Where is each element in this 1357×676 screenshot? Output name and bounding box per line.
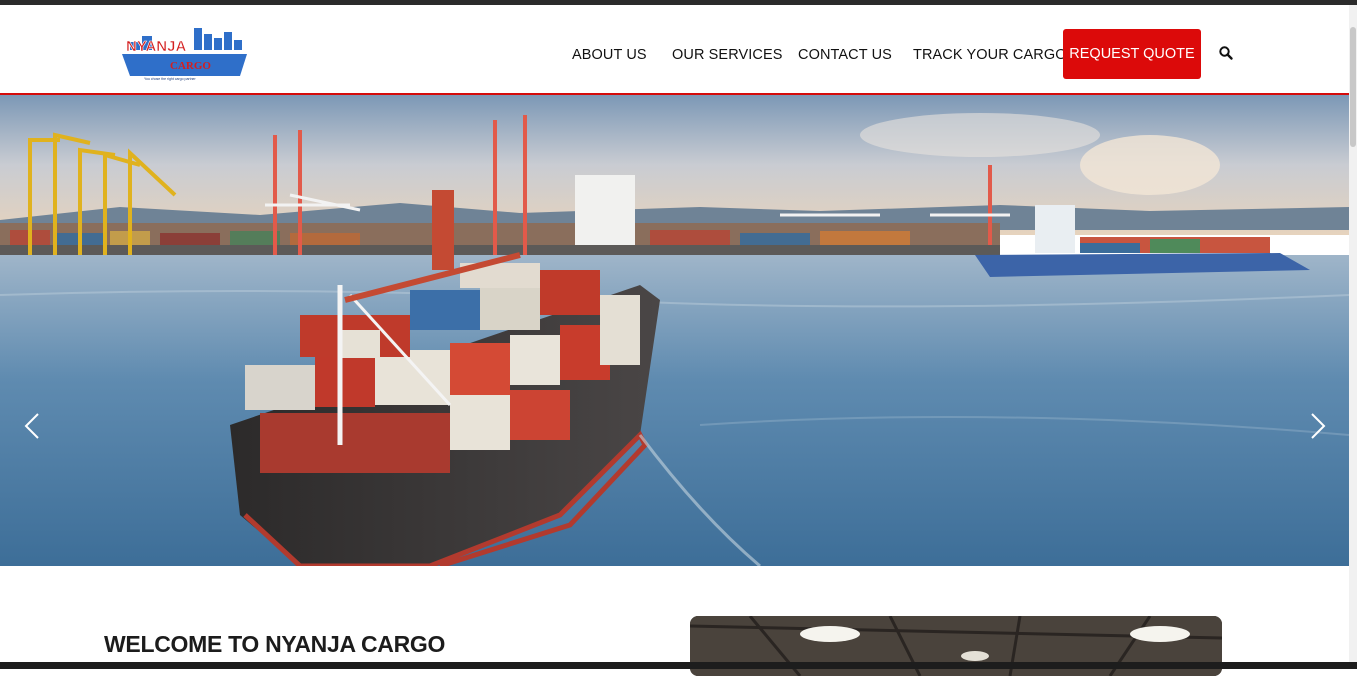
search-icon[interactable] bbox=[1218, 45, 1234, 61]
chevron-right-icon[interactable] bbox=[1308, 412, 1328, 440]
nav-track-your-cargo[interactable]: TRACK YOUR CARGO bbox=[913, 47, 1067, 63]
scrollbar-thumb[interactable] bbox=[1350, 27, 1356, 147]
welcome-heading: WELCOME TO NYANJA CARGO bbox=[104, 631, 446, 657]
request-quote-button[interactable]: REQUEST QUOTE bbox=[1063, 29, 1201, 79]
page-scrollbar[interactable] bbox=[1349, 5, 1357, 669]
chevron-left-icon[interactable] bbox=[22, 412, 42, 440]
nav-about-us[interactable]: ABOUT US bbox=[572, 47, 647, 63]
nav-contact-us[interactable]: CONTACT US bbox=[798, 47, 892, 63]
hero-slider bbox=[0, 95, 1349, 566]
os-taskbar-strip bbox=[0, 662, 1357, 669]
nav-our-services[interactable]: OUR SERVICES bbox=[672, 47, 783, 63]
hero-image-cargo-port bbox=[0, 95, 1349, 566]
